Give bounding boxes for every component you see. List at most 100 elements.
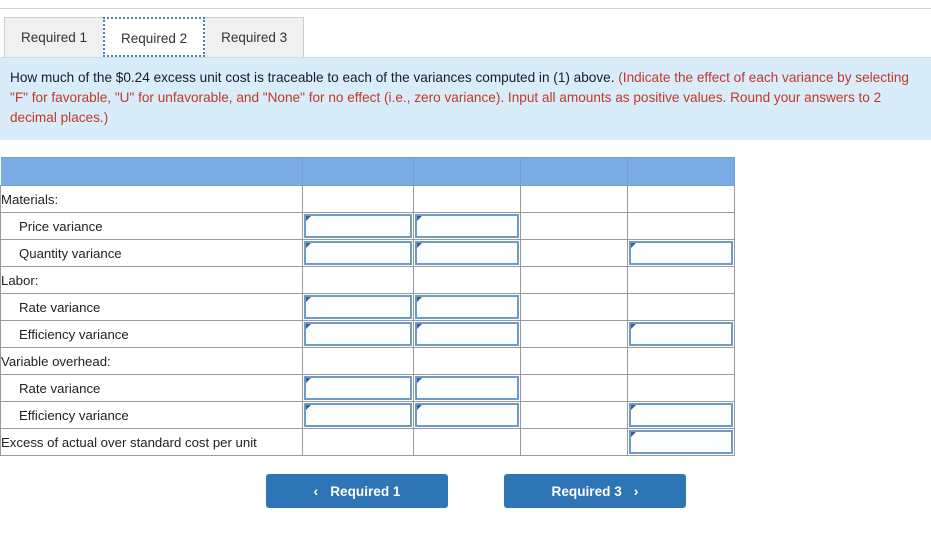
input-cell[interactable] — [627, 428, 735, 456]
cell-marker-icon — [631, 324, 636, 329]
empty-cell — [413, 185, 521, 213]
cell-marker-icon — [417, 297, 422, 302]
cell-marker-icon — [306, 243, 311, 248]
prev-required-button[interactable]: ‹ Required 1 — [266, 474, 448, 508]
tab-required-1[interactable]: Required 1 — [4, 17, 105, 57]
cell-marker-icon — [306, 216, 311, 221]
input-cell[interactable] — [302, 293, 414, 321]
empty-cell — [520, 401, 628, 429]
row-label: Quantity variance — [0, 239, 303, 267]
empty-cell — [627, 347, 735, 375]
table-row: Price variance — [0, 212, 735, 240]
table-body: Materials: Price variance Quantity varianc… — [0, 185, 735, 456]
input-cell[interactable] — [302, 320, 414, 348]
table-header-row — [0, 157, 735, 186]
variance-input[interactable] — [304, 403, 412, 427]
empty-cell — [520, 347, 628, 375]
instruction-banner: How much of the $0.24 excess unit cost i… — [0, 57, 931, 140]
tab-required-3[interactable]: Required 3 — [204, 17, 305, 57]
empty-cell — [520, 428, 628, 456]
empty-cell — [520, 293, 628, 321]
input-cell[interactable] — [413, 374, 521, 402]
cell-marker-icon — [631, 405, 636, 410]
column-header-label — [0, 157, 303, 186]
cell-marker-icon — [306, 405, 311, 410]
empty-cell — [413, 266, 521, 294]
variance-input[interactable] — [304, 214, 412, 238]
table-row: Labor: — [0, 266, 735, 294]
tab-list: Required 1 Required 2 Required 3 — [4, 9, 931, 57]
empty-cell — [627, 266, 735, 294]
tab-bar: Required 1 Required 2 Required 3 — [0, 9, 931, 57]
empty-cell — [627, 293, 735, 321]
input-cell[interactable] — [302, 401, 414, 429]
variance-input[interactable] — [304, 376, 412, 400]
empty-cell — [520, 212, 628, 240]
chevron-right-icon: › — [633, 483, 639, 499]
table-row: Rate variance — [0, 374, 735, 402]
row-label: Variable overhead: — [0, 347, 303, 375]
table-row: Efficiency variance — [0, 401, 735, 429]
empty-cell — [520, 239, 628, 267]
cell-marker-icon — [631, 432, 636, 437]
column-header-2 — [413, 157, 521, 186]
input-cell[interactable] — [302, 374, 414, 402]
variance-input[interactable] — [415, 214, 519, 238]
empty-cell — [302, 266, 414, 294]
input-cell[interactable] — [627, 239, 735, 267]
input-cell[interactable] — [302, 212, 414, 240]
variance-input[interactable] — [629, 322, 733, 346]
table-row: Efficiency variance — [0, 320, 735, 348]
input-cell[interactable] — [627, 320, 735, 348]
cell-marker-icon — [306, 324, 311, 329]
input-cell[interactable] — [302, 239, 414, 267]
column-header-3 — [520, 157, 628, 186]
row-label: Materials: — [0, 185, 303, 213]
variance-input[interactable] — [415, 241, 519, 265]
variance-input[interactable] — [415, 403, 519, 427]
input-cell[interactable] — [413, 212, 521, 240]
table-row: Excess of actual over standard cost per … — [0, 428, 735, 456]
variance-input[interactable] — [415, 295, 519, 319]
empty-cell — [302, 347, 414, 375]
next-required-button[interactable]: Required 3 › — [504, 474, 686, 508]
cell-marker-icon — [631, 243, 636, 248]
input-cell[interactable] — [413, 293, 521, 321]
variance-input[interactable] — [304, 322, 412, 346]
cell-marker-icon — [417, 378, 422, 383]
empty-cell — [520, 185, 628, 213]
column-header-4 — [627, 157, 735, 186]
empty-cell — [302, 428, 414, 456]
row-label: Efficiency variance — [0, 401, 303, 429]
empty-cell — [627, 374, 735, 402]
variance-input[interactable] — [415, 322, 519, 346]
cell-marker-icon — [417, 243, 422, 248]
empty-cell — [520, 374, 628, 402]
empty-cell — [520, 266, 628, 294]
variance-input[interactable] — [415, 376, 519, 400]
variance-input[interactable] — [629, 430, 733, 454]
input-cell[interactable] — [413, 239, 521, 267]
chevron-left-icon: ‹ — [313, 483, 319, 499]
cell-marker-icon — [417, 216, 422, 221]
input-cell[interactable] — [413, 320, 521, 348]
cell-marker-icon — [417, 324, 422, 329]
empty-cell — [627, 185, 735, 213]
prev-button-label: Required 1 — [330, 483, 401, 499]
variance-input[interactable] — [304, 241, 412, 265]
empty-cell — [413, 347, 521, 375]
input-cell[interactable] — [413, 401, 521, 429]
empty-cell — [413, 428, 521, 456]
input-cell[interactable] — [627, 401, 735, 429]
variance-input[interactable] — [629, 241, 733, 265]
variance-input[interactable] — [629, 403, 733, 427]
table-head — [0, 157, 735, 186]
empty-cell — [302, 185, 414, 213]
row-label: Rate variance — [0, 374, 303, 402]
row-label: Labor: — [0, 266, 303, 294]
next-button-label: Required 3 — [551, 483, 622, 499]
row-label: Rate variance — [0, 293, 303, 321]
variance-input[interactable] — [304, 295, 412, 319]
tab-required-2[interactable]: Required 2 — [103, 17, 206, 57]
table-row: Quantity variance — [0, 239, 735, 267]
